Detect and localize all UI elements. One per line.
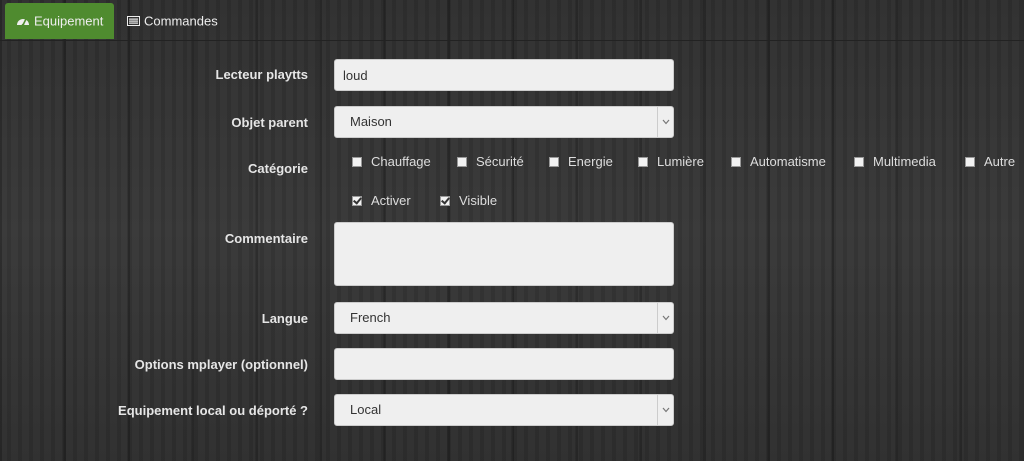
categorie-autre-checkbox[interactable]: Autre — [965, 154, 1015, 169]
objet-parent-select[interactable]: Maison — [334, 106, 674, 138]
langue-select[interactable]: French — [334, 302, 674, 334]
tab-equipement-label: Equipement — [34, 13, 104, 29]
categorie-automatisme-checkbox[interactable]: Automatisme — [731, 154, 826, 169]
objet-parent-label: Objet parent — [231, 115, 308, 130]
tab-equipement[interactable]: Equipement — [5, 3, 115, 40]
commentaire-label: Commentaire — [224, 231, 308, 246]
lecteur-input[interactable] — [334, 59, 674, 91]
activer-checkbox[interactable]: Activer — [352, 193, 411, 208]
options-mplayer-input[interactable] — [334, 348, 674, 380]
equipement-local-value: Local — [350, 402, 382, 417]
equipement-local-select[interactable]: Local — [334, 394, 674, 426]
equipement-local-label: Equipement local ou déporté ? — [118, 403, 308, 418]
commentaire-textarea[interactable] — [334, 222, 674, 286]
dashboard-icon — [16, 4, 30, 40]
options-mplayer-label: Options mplayer (optionnel) — [134, 357, 308, 372]
categorie-energie-checkbox[interactable]: Energie — [549, 154, 613, 169]
categorie-label: Catégorie — [248, 161, 308, 176]
categorie-lumiere-checkbox[interactable]: Lumière — [638, 154, 704, 169]
visible-checkbox[interactable]: Visible — [440, 193, 497, 208]
tab-bar: Equipement Commandes — [0, 0, 1024, 41]
langue-label: Langue — [261, 311, 308, 326]
categorie-securite-checkbox[interactable]: Sécurité — [457, 154, 524, 169]
list-icon — [127, 4, 140, 40]
objet-parent-value: Maison — [350, 114, 392, 129]
chevron-down-icon — [657, 107, 673, 137]
categorie-multimedia-checkbox[interactable]: Multimedia — [854, 154, 936, 169]
chevron-down-icon — [657, 303, 673, 333]
lecteur-label: Lecteur playtts — [215, 67, 308, 82]
categorie-chauffage-checkbox[interactable]: Chauffage — [352, 154, 431, 169]
langue-value: French — [350, 310, 391, 325]
tab-commandes[interactable]: Commandes — [116, 3, 229, 39]
chevron-down-icon — [657, 395, 673, 425]
tab-commandes-label: Commandes — [144, 13, 218, 29]
